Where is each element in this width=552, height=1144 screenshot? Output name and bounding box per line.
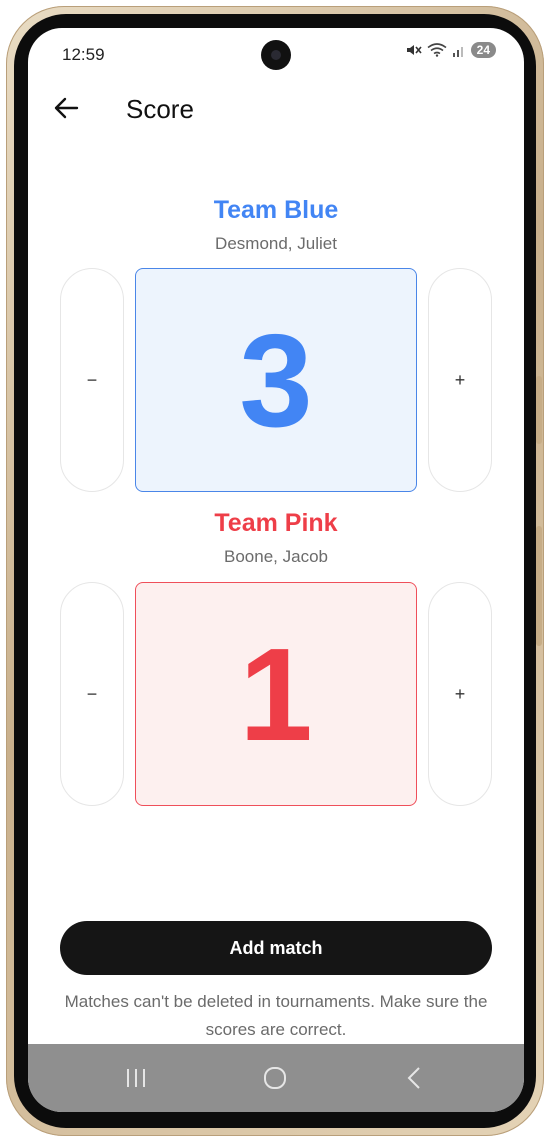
screen: 12:59 24 Score Team Blue Desmond, Juliet…	[28, 28, 524, 1112]
app-bar: Score	[28, 92, 524, 132]
team-pink-score: 1	[135, 582, 417, 806]
status-bar: 12:59 24	[28, 28, 524, 82]
team-blue-score: 3	[135, 268, 417, 492]
page-title: Score	[126, 94, 194, 124]
volume-button	[536, 376, 542, 444]
team-blue-increment-button[interactable]: +	[428, 268, 492, 492]
team-pink-name: Team Pink	[214, 509, 338, 537]
team-pink-increment-button[interactable]: +	[428, 582, 492, 806]
power-button	[536, 526, 542, 646]
mute-icon	[406, 45, 422, 55]
wifi-icon	[427, 43, 447, 57]
status-time: 12:59	[62, 45, 105, 64]
add-match-button[interactable]: Add match	[60, 921, 492, 975]
team-blue-decrement-button[interactable]: −	[60, 268, 124, 492]
team-pink-players: Boone, Jacob	[224, 547, 328, 566]
front-camera	[261, 40, 291, 70]
battery-indicator: 24	[470, 42, 496, 58]
status-icons: 24	[406, 42, 496, 58]
signal-icon	[452, 47, 463, 57]
team-pink-decrement-button[interactable]: −	[60, 582, 124, 806]
team-blue-players: Desmond, Juliet	[215, 234, 337, 253]
tournament-note: Matches can't be deleted in tournaments.…	[64, 992, 488, 1039]
navigation-bar	[28, 1044, 524, 1112]
team-blue-name: Team Blue	[213, 196, 339, 224]
recent-apps-icon[interactable]	[108, 1058, 164, 1098]
back-icon[interactable]	[386, 1058, 442, 1098]
home-icon[interactable]	[247, 1058, 303, 1098]
arrow-left-icon[interactable]	[52, 94, 80, 122]
